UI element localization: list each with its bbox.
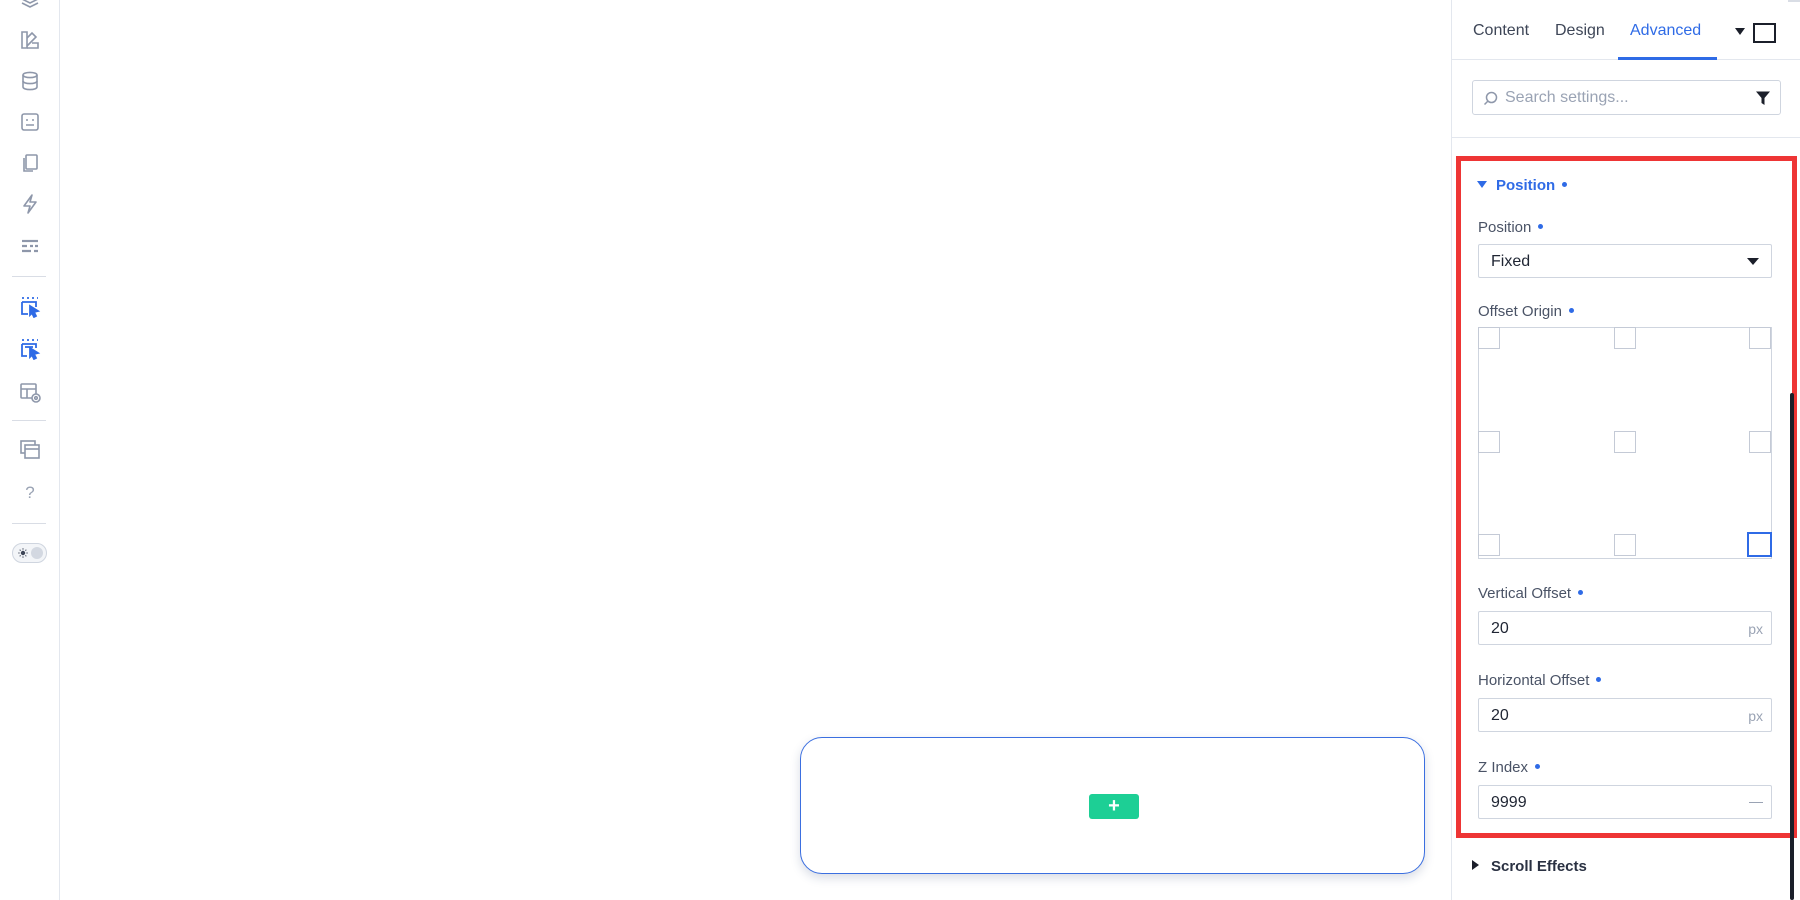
scroll-effects-title: Scroll Effects bbox=[1491, 858, 1587, 875]
offset-origin-label-row: Offset Origin bbox=[1478, 303, 1574, 320]
z-index-label-row: Z Index bbox=[1478, 759, 1541, 776]
vertical-offset-input[interactable]: 20 px bbox=[1478, 611, 1772, 645]
chevron-down-icon bbox=[1747, 258, 1759, 265]
modified-dot bbox=[1568, 308, 1574, 313]
horizontal-offset-value: 20 bbox=[1491, 707, 1509, 724]
horizontal-offset-input[interactable]: 20 px bbox=[1478, 698, 1772, 732]
toggle-knob bbox=[31, 547, 43, 559]
rail-divider bbox=[12, 276, 46, 277]
z-index-label: Z Index bbox=[1478, 759, 1529, 776]
empty-row-placeholder[interactable]: + bbox=[800, 737, 1425, 874]
vertical-offset-value: 20 bbox=[1491, 620, 1509, 637]
modified-dot bbox=[1535, 764, 1541, 769]
horizontal-offset-label: Horizontal Offset bbox=[1478, 672, 1590, 689]
position-section-title: Position bbox=[1496, 177, 1556, 194]
theme-builder-icon[interactable] bbox=[19, 29, 41, 51]
builder-canvas[interactable]: + bbox=[60, 0, 1451, 900]
search-icon bbox=[1483, 91, 1498, 106]
chevron-down-icon[interactable] bbox=[1735, 28, 1745, 35]
vertical-offset-label-row: Vertical Offset bbox=[1478, 585, 1584, 602]
panel-scrollbar[interactable] bbox=[1790, 393, 1794, 900]
modified-dot bbox=[1578, 590, 1584, 595]
help-icon[interactable]: ? bbox=[24, 482, 36, 504]
z-index-input[interactable]: 9999 bbox=[1478, 785, 1772, 819]
offset-origin-label: Offset Origin bbox=[1478, 303, 1562, 320]
origin-top-right[interactable] bbox=[1749, 327, 1771, 349]
settings-tabs: Content Design Advanced bbox=[1452, 0, 1800, 60]
position-select-value: Fixed bbox=[1491, 253, 1531, 270]
z-index-value: 9999 bbox=[1491, 794, 1527, 811]
add-module-button[interactable]: + bbox=[1089, 794, 1139, 819]
modified-dot bbox=[1596, 677, 1602, 682]
offset-origin-grid bbox=[1478, 327, 1772, 559]
rail-divider bbox=[12, 523, 46, 524]
position-section: Position Position Fixed Offset Origin Ve… bbox=[1456, 156, 1797, 838]
origin-bottom-left[interactable] bbox=[1478, 534, 1500, 556]
origin-top-center[interactable] bbox=[1614, 327, 1636, 349]
modified-dot bbox=[1538, 224, 1544, 229]
position-label: Position bbox=[1478, 219, 1532, 236]
position-label-row: Position bbox=[1478, 219, 1544, 236]
caret-right-icon bbox=[1472, 860, 1479, 870]
bolt-icon[interactable] bbox=[19, 193, 41, 215]
rail-divider bbox=[12, 420, 46, 421]
settings-panel: Content Design Advanced Position Positio… bbox=[1451, 0, 1800, 900]
layers-icon[interactable] bbox=[19, 0, 41, 16]
panel-edge bbox=[1788, 0, 1800, 2]
position-section-header[interactable]: Position bbox=[1477, 177, 1568, 194]
scroll-effects-section-header[interactable]: Scroll Effects bbox=[1472, 858, 1587, 875]
layout-icon[interactable] bbox=[19, 235, 41, 257]
horizontal-offset-unit[interactable]: px bbox=[1748, 708, 1763, 724]
pages-icon[interactable] bbox=[19, 152, 41, 174]
preview-layout-icon[interactable] bbox=[19, 381, 41, 403]
app: ? + Content Design Advanced Search setti… bbox=[0, 0, 1800, 900]
tab-content[interactable]: Content bbox=[1473, 22, 1529, 40]
windows-icon[interactable] bbox=[19, 439, 41, 461]
dark-mode-toggle[interactable] bbox=[12, 543, 47, 563]
position-select[interactable]: Fixed bbox=[1478, 244, 1772, 278]
minus-icon bbox=[1749, 802, 1763, 803]
database-icon[interactable] bbox=[19, 70, 41, 92]
origin-center-left[interactable] bbox=[1478, 431, 1500, 453]
left-icon-rail: ? bbox=[0, 0, 60, 900]
origin-top-left[interactable] bbox=[1478, 327, 1500, 349]
search-bar bbox=[1452, 60, 1800, 138]
vertical-offset-unit[interactable]: px bbox=[1748, 621, 1763, 637]
filter-icon[interactable] bbox=[1755, 90, 1771, 106]
sun-icon bbox=[18, 548, 28, 558]
search-input[interactable] bbox=[1505, 81, 1745, 114]
modified-dot bbox=[1562, 182, 1568, 187]
portability-icon[interactable] bbox=[19, 111, 41, 133]
origin-center[interactable] bbox=[1614, 431, 1636, 453]
origin-bottom-center[interactable] bbox=[1614, 534, 1636, 556]
search-box bbox=[1472, 80, 1781, 115]
select-element-icon[interactable] bbox=[19, 296, 41, 318]
vertical-offset-label: Vertical Offset bbox=[1478, 585, 1572, 602]
origin-center-right[interactable] bbox=[1749, 431, 1771, 453]
tab-design[interactable]: Design bbox=[1555, 22, 1605, 40]
tab-advanced[interactable]: Advanced bbox=[1630, 22, 1701, 40]
caret-down-icon bbox=[1477, 181, 1487, 188]
horizontal-offset-label-row: Horizontal Offset bbox=[1478, 672, 1602, 689]
origin-bottom-right[interactable] bbox=[1747, 532, 1772, 557]
expand-panel-icon[interactable] bbox=[1753, 23, 1776, 43]
select-multiple-icon[interactable] bbox=[19, 338, 41, 360]
